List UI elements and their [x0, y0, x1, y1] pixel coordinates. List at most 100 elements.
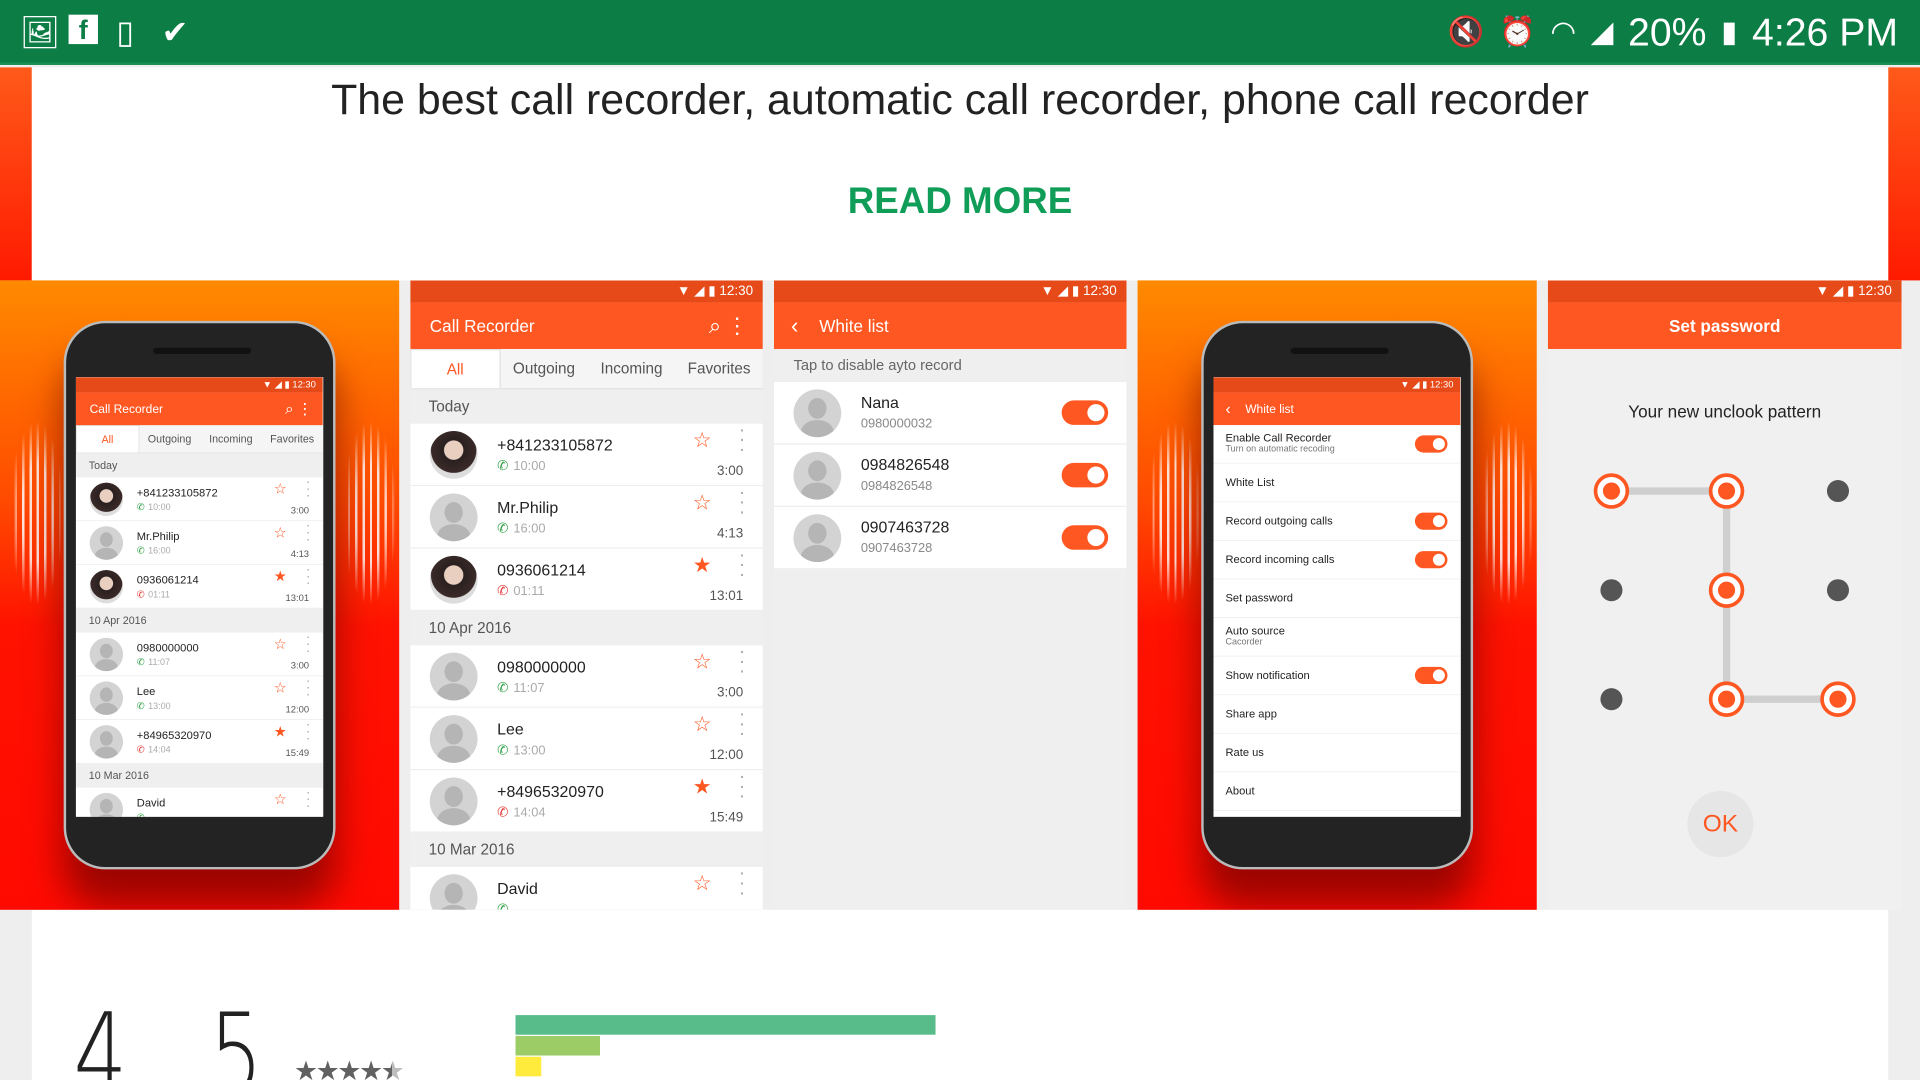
screenshot-3[interactable]: ▼ ◢ ▮ 12:30 ‹ White list Tap to disable …: [773, 280, 1127, 910]
settings-item[interactable]: Share app: [1213, 695, 1461, 734]
pattern-node-selected[interactable]: [1820, 681, 1856, 717]
call-row[interactable]: David ✆ ☆ ···: [75, 786, 323, 817]
call-time-value: 14:04: [513, 805, 546, 821]
star-outline-icon[interactable]: ☆: [274, 525, 287, 542]
avatar: [89, 570, 124, 604]
settings-item[interactable]: Record incoming calls: [1213, 540, 1461, 580]
tab-outgoing[interactable]: Outgoing: [500, 349, 588, 388]
caller-name: 0980000000: [136, 641, 199, 655]
settings-item[interactable]: White List: [1213, 463, 1461, 503]
settings-item[interactable]: Rate us: [1213, 733, 1461, 773]
call-row[interactable]: +841233105872 ✆ 10:00 3:00 ☆ · · ·: [410, 421, 763, 487]
more-vert-icon[interactable]: · · ·: [738, 767, 746, 806]
more-vert-icon[interactable]: · · ·: [738, 483, 746, 522]
tab-all[interactable]: All: [75, 425, 139, 453]
toolbar-title: Call Recorder: [89, 402, 164, 416]
settings-item[interactable]: Set password: [1213, 579, 1461, 619]
star-outline-icon[interactable]: ☆: [274, 680, 287, 697]
back-icon[interactable]: ‹: [791, 302, 798, 349]
settings-item[interactable]: About: [1213, 772, 1461, 811]
star-filled-icon[interactable]: ★: [274, 568, 287, 585]
more-icon[interactable]: ⋮: [726, 302, 748, 349]
star-outline-icon[interactable]: ☆: [274, 636, 287, 653]
more-vert-icon[interactable]: · · ·: [306, 475, 311, 502]
more-vert-icon[interactable]: · · ·: [738, 421, 746, 460]
screenshot-2[interactable]: ▼ ◢ ▮ 12:30 Call Recorder ⌕ ⋮ All Outgoing Inc…: [410, 280, 763, 910]
call-row[interactable]: Mr.Philip ✆ 16:00 4:13 ☆ · · ·: [410, 483, 763, 549]
screenshot-4[interactable]: ▼ ◢ ▮ 12:30 ‹ White list Enable Call Rec…: [1137, 280, 1537, 910]
tab-incoming[interactable]: Incoming: [200, 425, 261, 452]
star-outline-icon[interactable]: ☆: [693, 650, 712, 674]
call-row[interactable]: Mr.Philip ✆ 16:00 4:13 ☆ · · ·: [75, 519, 323, 565]
toggle-switch[interactable]: [1061, 462, 1109, 488]
call-row[interactable]: 0980000000 ✆ 11:07 3:00 ☆ · · ·: [410, 642, 763, 708]
call-row[interactable]: Lee ✆ 13:00 12:00 ☆ · · ·: [410, 705, 763, 771]
star-filled-icon[interactable]: ★: [274, 723, 287, 740]
screenshot-carousel[interactable]: ▼ ◢ ▮ 12:30 Call Recorder ⌕ ⋮ All Outgoing Inc…: [0, 280, 1920, 910]
more-vert-icon[interactable]: · · ·: [738, 642, 746, 681]
more-vert-icon[interactable]: · · ·: [738, 705, 746, 744]
call-row[interactable]: 0980000000 ✆ 11:07 3:00 ☆ · · ·: [75, 630, 323, 677]
more-vert-icon[interactable]: · · ·: [306, 630, 311, 657]
pattern-node-selected[interactable]: [1593, 473, 1630, 509]
pattern-node-selected[interactable]: [1708, 681, 1745, 717]
pattern-node[interactable]: [1600, 579, 1623, 602]
star-outline-icon[interactable]: ☆: [693, 429, 712, 453]
toggle-switch[interactable]: [1414, 512, 1448, 530]
more-vert-icon[interactable]: · · ·: [738, 864, 746, 903]
pattern-node[interactable]: [1826, 579, 1849, 602]
call-row[interactable]: David ✆ ☆ ···: [410, 864, 763, 910]
tab-all[interactable]: All: [410, 348, 501, 389]
tab-outgoing[interactable]: Outgoing: [139, 425, 200, 452]
whitelist-row[interactable]: 0984826548 0984826548: [773, 444, 1127, 507]
pattern-node[interactable]: [1826, 480, 1849, 503]
toggle-switch[interactable]: [1414, 551, 1448, 569]
star-outline-icon[interactable]: ☆: [693, 713, 712, 737]
settings-label: Rate us: [1225, 745, 1264, 759]
call-row[interactable]: 0936061214 ✆ 01:11 13:01 ★ · · ·: [75, 563, 323, 609]
settings-item[interactable]: Auto source Cacorder: [1213, 618, 1461, 657]
call-row[interactable]: +84965320970 ✆ 14:04 15:49 ★ · · ·: [75, 718, 323, 764]
settings-item[interactable]: Show notification: [1213, 656, 1461, 696]
star-filled-icon[interactable]: ★: [693, 775, 712, 799]
more-vert-icon[interactable]: · · ·: [306, 519, 311, 546]
tab-incoming[interactable]: Incoming: [588, 349, 676, 388]
more-vert-icon[interactable]: · · ·: [306, 563, 311, 590]
star-outline-icon[interactable]: ☆: [274, 481, 287, 498]
toggle-switch[interactable]: [1061, 525, 1109, 550]
tab-favorites[interactable]: Favorites: [675, 349, 763, 388]
search-icon[interactable]: ⌕: [285, 393, 294, 426]
call-time: ✆ 01:11: [137, 589, 170, 600]
whitelist-row[interactable]: Nana 0980000032: [773, 382, 1127, 445]
call-list-screen: ▼ ◢ ▮ 12:30 Call Recorder ⌕ ⋮ All Outgoing Inc…: [410, 280, 763, 910]
screenshot-1[interactable]: ▼ ◢ ▮ 12:30 Call Recorder ⌕ ⋮ All Outgoing Inc…: [0, 280, 400, 910]
screenshot-5[interactable]: ▼ ◢ ▮ 12:30 Set password Your new uncloo…: [1547, 280, 1902, 910]
more-vert-icon[interactable]: · · ·: [738, 546, 746, 585]
star-filled-icon[interactable]: ★: [693, 553, 712, 577]
toggle-switch[interactable]: [1414, 435, 1448, 453]
star-outline-icon[interactable]: ☆: [693, 872, 712, 896]
more-vert-icon[interactable]: · · ·: [306, 674, 311, 701]
call-row[interactable]: +841233105872 ✆ 10:00 3:00 ☆ · · ·: [75, 475, 323, 522]
pattern-node-selected[interactable]: [1708, 572, 1745, 608]
settings-item[interactable]: Record outgoing calls: [1213, 502, 1461, 541]
call-row[interactable]: +84965320970 ✆ 14:04 15:49 ★ · · ·: [410, 767, 763, 833]
pattern-node-selected[interactable]: [1708, 473, 1745, 509]
star-outline-icon[interactable]: ☆: [274, 791, 287, 808]
more-icon[interactable]: ⋮: [297, 393, 312, 426]
search-icon[interactable]: ⌕: [709, 302, 721, 349]
toggle-switch[interactable]: [1061, 400, 1109, 425]
pattern-node[interactable]: [1600, 688, 1623, 711]
tab-favorites[interactable]: Favorites: [261, 425, 322, 452]
star-outline-icon[interactable]: ☆: [693, 491, 712, 515]
settings-item[interactable]: Enable Call Recorder Turn on automatic re…: [1213, 425, 1461, 464]
back-icon[interactable]: ‹: [1225, 393, 1230, 426]
ok-button[interactable]: OK: [1687, 791, 1754, 858]
more-vert-icon[interactable]: · · ·: [306, 718, 311, 745]
call-row[interactable]: 0936061214 ✆ 01:11 13:01 ★ · · ·: [410, 546, 763, 612]
toggle-switch[interactable]: [1414, 666, 1448, 685]
more-vert-icon[interactable]: · · ·: [306, 786, 311, 813]
read-more-link[interactable]: READ MORE: [0, 181, 1920, 223]
whitelist-row[interactable]: 0907463728 0907463728: [773, 506, 1127, 570]
call-row[interactable]: Lee ✆ 13:00 12:00 ☆ · · ·: [75, 674, 323, 721]
